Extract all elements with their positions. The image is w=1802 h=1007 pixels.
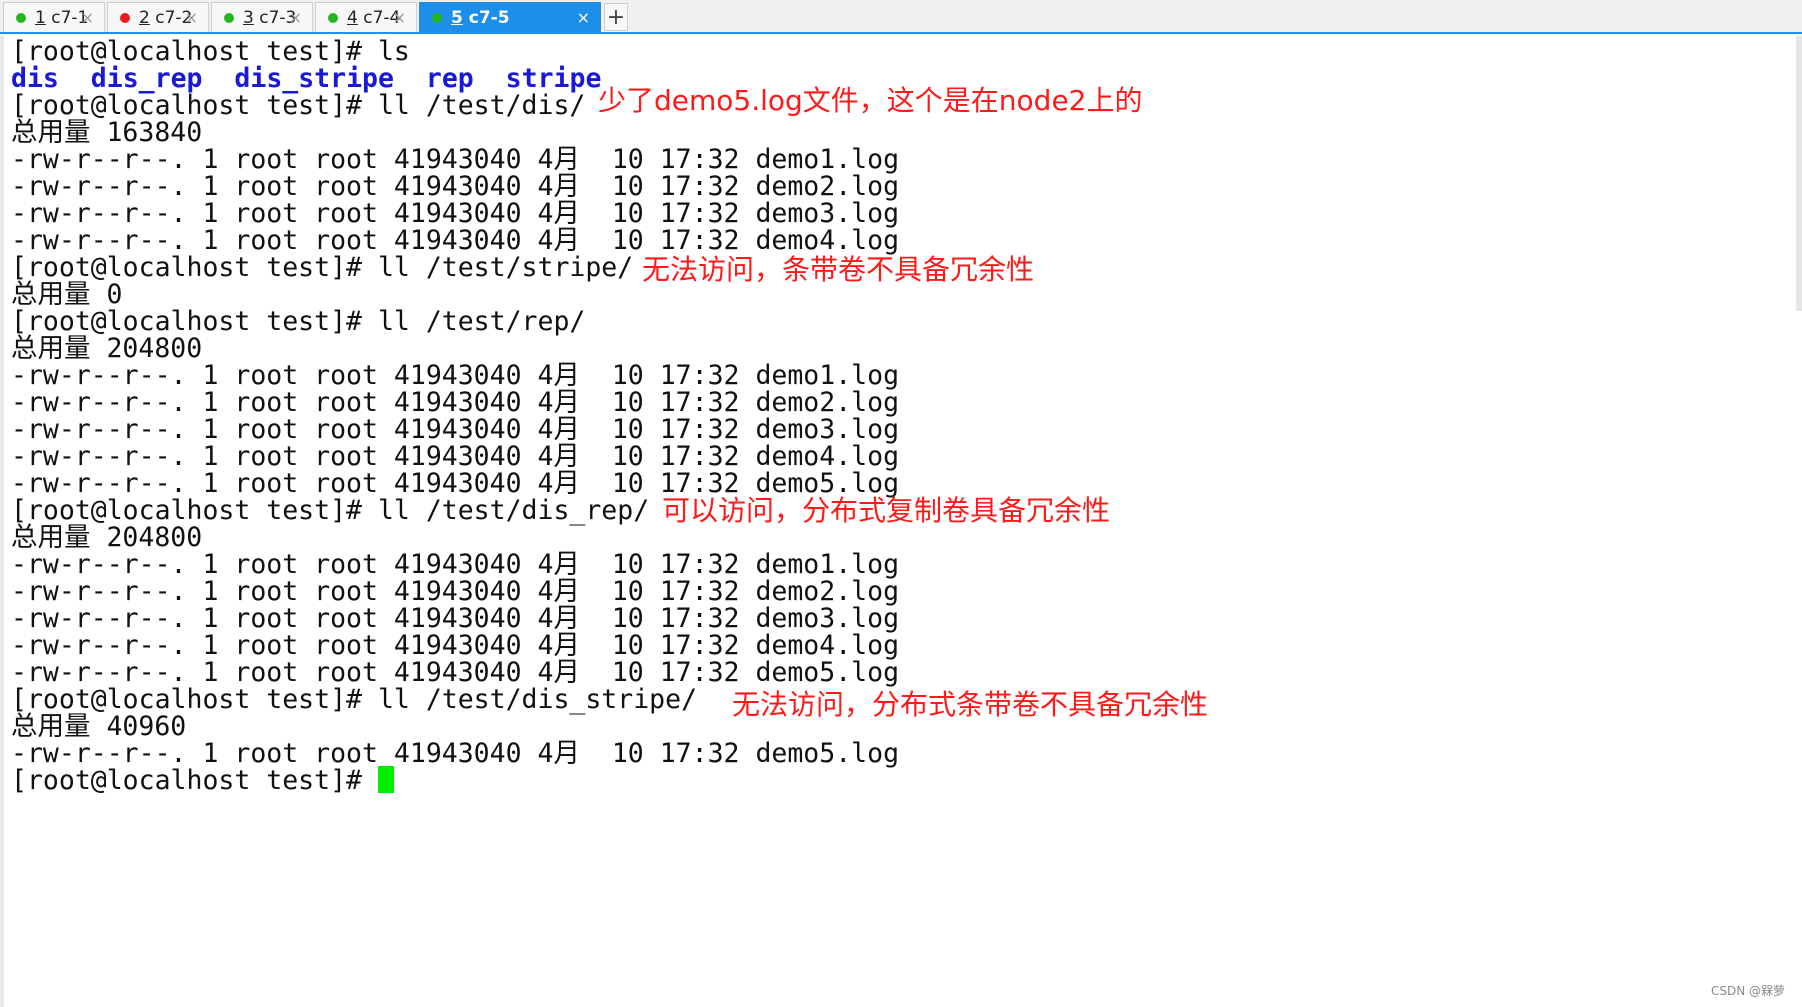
scrollbar[interactable] [1796, 36, 1802, 311]
connection-status-icon [432, 12, 442, 23]
close-icon[interactable]: × [81, 8, 94, 27]
annotation-stripe: 无法访问，条带卷不具备冗余性 [642, 253, 1035, 286]
connection-status-icon [224, 12, 234, 23]
tab-2[interactable]: 2 c7-2 × [107, 2, 209, 32]
tab-1[interactable]: 1 c7-1 × [3, 2, 105, 32]
tab-5[interactable]: 5 c7-5 × [419, 2, 601, 32]
annotation-dis: 少了demo5.log文件，这个是在node2上的 [598, 84, 1143, 117]
connection-status-icon [16, 12, 26, 23]
close-icon[interactable]: × [393, 8, 406, 27]
terminal-prompt: [root@localhost test]# [11, 765, 378, 796]
terminal-cursor [377, 766, 394, 793]
connection-status-icon [328, 12, 338, 23]
annotation-dis-rep: 可以访问，分布式复制卷具备冗余性 [662, 494, 1111, 527]
close-icon[interactable]: × [577, 8, 590, 27]
terminal-output[interactable]: [root@localhost test]# ls dis dis_rep di… [0, 36, 1802, 1007]
close-icon[interactable]: × [289, 8, 302, 27]
terminal-prompt-line: [root@localhost test]# [11, 765, 394, 796]
close-icon[interactable]: × [185, 8, 198, 27]
annotation-dis-stripe: 无法访问，分布式条带卷不具备冗余性 [732, 688, 1209, 721]
connection-status-icon [120, 12, 130, 23]
tab-bar: 1 c7-1 × 2 c7-2 × 3 c7-3 × 4 c7-4 × 5 c7… [0, 0, 1802, 34]
tab-3[interactable]: 3 c7-3 × [211, 2, 313, 32]
watermark: CSDN @槑萝 [1710, 984, 1785, 998]
tab-4[interactable]: 4 c7-4 × [315, 2, 417, 32]
tab-label: 5 c7-5 [451, 7, 510, 28]
new-tab-button[interactable]: + [604, 3, 628, 31]
